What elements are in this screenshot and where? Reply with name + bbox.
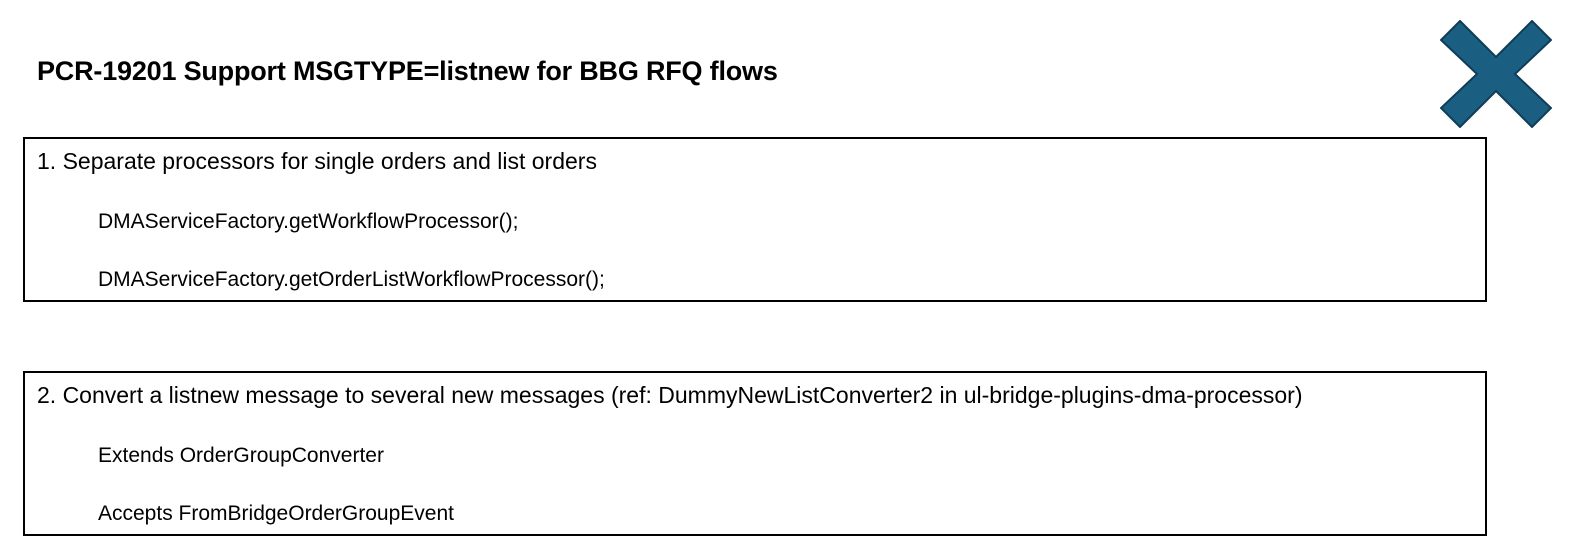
code-line: DMAServiceFactory.getOrderListWorkflowPr… [98,268,605,291]
detail-line: Accepts FromBridgeOrderGroupEvent [98,502,454,525]
section-heading: 1. Separate processors for single orders… [37,148,597,174]
page-title: PCR-19201 Support MSGTYPE=listnew for BB… [37,56,778,86]
section-heading: 2. Convert a listnew message to several … [37,382,1303,408]
section-box-1: 1. Separate processors for single orders… [23,137,1487,302]
close-x-shape [1440,20,1552,128]
code-line: DMAServiceFactory.getWorkflowProcessor()… [98,210,519,233]
section-box-2: 2. Convert a listnew message to several … [23,371,1487,536]
detail-line: Extends OrderGroupConverter [98,444,384,467]
close-x-icon[interactable] [1440,20,1552,128]
